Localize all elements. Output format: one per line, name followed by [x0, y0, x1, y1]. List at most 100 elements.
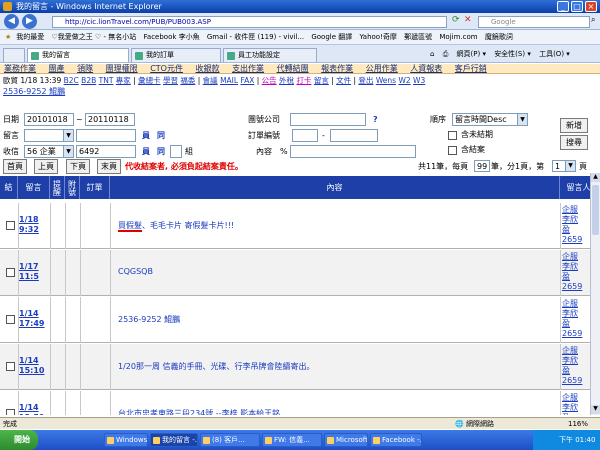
scroll-thumb[interactable] [592, 185, 599, 235]
link-welfare[interactable]: 福委 [180, 76, 195, 85]
employee-link[interactable]: 員 [142, 131, 150, 141]
print-icon[interactable]: ⎙ [443, 50, 449, 58]
search-input[interactable]: Google [478, 16, 590, 28]
link-w3[interactable]: W3 [413, 76, 425, 85]
link-b2b[interactable]: B2B [81, 76, 96, 85]
date-to-input[interactable]: 20110118 [85, 113, 135, 126]
scroll-up-icon[interactable]: ▲ [591, 173, 600, 182]
message-select[interactable]: ▼ [24, 129, 74, 142]
content-input[interactable] [290, 145, 416, 158]
link-mail[interactable]: MAIL [220, 76, 238, 85]
message-date[interactable]: 1/18 [19, 215, 49, 225]
next-page-button[interactable]: 下頁 [66, 159, 90, 174]
order-no-input-1[interactable] [292, 129, 318, 142]
first-page-button[interactable]: 首頁 [3, 159, 27, 174]
link-announcement[interactable]: 公告 [262, 76, 277, 85]
message-date[interactable]: 1/14 [19, 356, 49, 366]
link-b2c[interactable]: B2C [64, 76, 79, 85]
recipient-select[interactable]: 56 企業 ▼ [24, 145, 74, 158]
taskbar-item[interactable]: Microsoft... [324, 433, 368, 447]
fav-item[interactable]: Google 翻譯 [311, 30, 352, 44]
favorites-star-icon[interactable]: ★ [5, 30, 11, 44]
forward-button[interactable]: ▶ [22, 14, 37, 29]
new-button[interactable]: 新增 [560, 118, 588, 133]
employee-link-2[interactable]: 員 [142, 147, 150, 157]
fav-item[interactable]: Facebook 李小魚 [144, 30, 200, 44]
fav-item[interactable]: 郵遞區號 [404, 30, 432, 44]
back-button[interactable]: ◀ [4, 14, 19, 29]
message-datetime-link[interactable]: 1/14 15:10 [19, 356, 49, 376]
link-messages[interactable]: 留言 [314, 76, 329, 85]
vertical-scrollbar[interactable]: ▲ ▼ [590, 173, 600, 415]
taskbar-item[interactable]: FW: 信義... [262, 433, 322, 447]
recipient-code-input[interactable]: 6492 [76, 145, 136, 158]
row-checkbox[interactable] [6, 362, 15, 371]
link-meeting[interactable]: 會議 [203, 76, 218, 85]
row-checkbox[interactable] [6, 315, 15, 324]
home-icon[interactable]: ⌂ [430, 50, 434, 58]
col-message[interactable]: 留言 [18, 176, 50, 199]
message-datetime-link[interactable]: 1/18 9:32 [19, 215, 49, 235]
message-datetime-link[interactable]: 1/1413:59 [19, 403, 49, 415]
message-time[interactable]: 15:10 [19, 366, 49, 376]
menu-item[interactable]: CTO元件 [150, 64, 183, 73]
row-checkbox[interactable] [6, 409, 15, 415]
sub-link[interactable]: 2536-9252 鯤鵬 [3, 86, 65, 97]
fav-item[interactable]: 魔鏡歌詞 [485, 30, 513, 44]
menu-item[interactable]: 人資報表 [410, 64, 442, 73]
safety-menu[interactable]: 安全性(S) ▾ [494, 50, 531, 58]
tools-menu[interactable]: 工具(O) ▾ [539, 50, 570, 58]
message-time[interactable]: 13:59 [19, 413, 49, 415]
fav-item[interactable]: ♡我愛做之王 ♡ - 無名小站 [52, 30, 137, 44]
start-button[interactable]: 開始 [0, 430, 38, 450]
order-no-input-2[interactable] [330, 129, 378, 142]
menu-item[interactable]: 支出作業 [232, 64, 264, 73]
fav-item[interactable]: Gmail - 收件匣 (119) - vivil... [207, 30, 304, 44]
row-checkbox[interactable] [6, 221, 15, 230]
company-input[interactable] [290, 113, 366, 126]
scroll-down-icon[interactable]: ▼ [591, 405, 600, 414]
link-expert[interactable]: 專家 [116, 76, 131, 85]
message-time[interactable]: 17:49 [19, 319, 49, 329]
link-tnt[interactable]: TNT [99, 76, 114, 85]
sort-select[interactable]: 留言時間Desc ▼ [452, 113, 528, 126]
message-time[interactable]: 9:32 [19, 225, 49, 235]
menu-item[interactable]: 團產 [49, 64, 65, 73]
menu-item[interactable]: 客戶行銷 [455, 64, 487, 73]
page-menu[interactable]: 網頁(P) ▾ [457, 50, 486, 58]
menu-item[interactable]: 代轉結團 [277, 64, 309, 73]
link-fax[interactable]: FAX [240, 76, 254, 85]
stop-icon[interactable]: ✕ [464, 15, 472, 25]
message-time[interactable]: 11:5 [19, 272, 49, 282]
taskbar-item-active[interactable]: 我的留言 -... [150, 433, 198, 447]
menu-item[interactable]: 收銀款 [196, 64, 220, 73]
tab-grid-icon[interactable] [3, 48, 25, 62]
link-wens[interactable]: Wens [376, 76, 396, 85]
message-date[interactable]: 1/17 [19, 262, 49, 272]
link-clock-in[interactable]: 打卡 [296, 76, 311, 85]
link-external-tax[interactable]: 外稅 [279, 76, 294, 85]
menu-item[interactable]: 業務作業 [4, 64, 36, 73]
maximize-button[interactable]: □ [571, 1, 583, 12]
menu-item[interactable]: 報表作業 [321, 64, 353, 73]
link-documents[interactable]: 文件 [336, 76, 351, 85]
message-datetime-link[interactable]: 1/14 17:49 [19, 309, 49, 329]
clock[interactable]: 下午 01:40 [559, 436, 595, 444]
menu-item[interactable]: 團理權限 [106, 64, 138, 73]
group-checkbox-input[interactable] [170, 145, 182, 158]
message-code-input[interactable] [76, 129, 136, 142]
refresh-icon[interactable]: ⟳ [452, 15, 460, 25]
close-button[interactable]: × [585, 1, 597, 12]
last-page-button[interactable]: 末頁 [97, 159, 121, 174]
link-learning[interactable]: 學習 [163, 76, 178, 85]
per-page-input[interactable]: 99 [474, 160, 490, 172]
date-from-input[interactable]: 20101018 [24, 113, 74, 126]
message-date[interactable]: 1/14 [19, 403, 49, 413]
fav-item[interactable]: Yahoo!奇摩 [359, 30, 396, 44]
link-summary-card[interactable]: 彙總卡 [138, 76, 161, 85]
favorites-label[interactable]: 我的最愛 [16, 30, 44, 44]
taskbar-item[interactable]: Facebook -... [370, 433, 422, 447]
fav-item[interactable]: Mojim.com [439, 30, 477, 44]
link-w2[interactable]: W2 [398, 76, 410, 85]
menu-item[interactable]: 領隊 [77, 64, 93, 73]
